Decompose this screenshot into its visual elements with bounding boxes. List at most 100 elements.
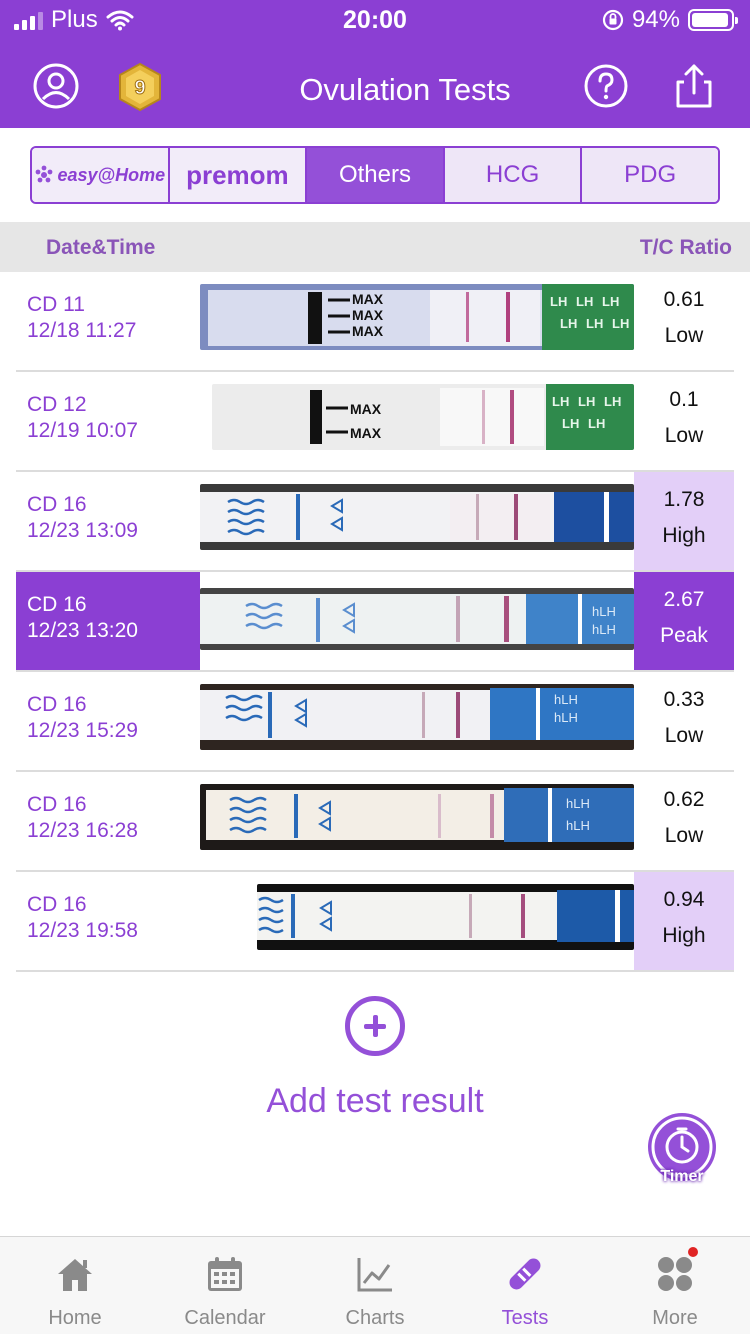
- tc-ratio-cell: 0.1 Low: [634, 372, 734, 470]
- tc-ratio-level: Low: [664, 824, 704, 847]
- tc-ratio-cell: 1.78 High: [634, 472, 734, 570]
- test-result-row[interactable]: CD 12 12/19 10:07 MAX MAX LH LH LH LH LH…: [16, 372, 734, 472]
- test-result-row[interactable]: CD 16 12/23 16:28 hLH hLH 0.62 Low: [16, 772, 734, 872]
- status-right: 94%: [602, 6, 738, 34]
- tab-hcg-label: HCG: [485, 161, 540, 188]
- strip-hlh-label: hLH: [592, 604, 616, 619]
- tab-others-label: Others: [338, 161, 411, 188]
- chart-icon: [357, 1258, 392, 1292]
- tab-home[interactable]: Home: [0, 1237, 150, 1334]
- tab-tests[interactable]: Tests: [450, 1237, 600, 1334]
- test-result-row[interactable]: CD 16 12/23 19:58 0.94 High: [16, 872, 734, 972]
- tc-ratio-cell: 0.33 Low: [634, 672, 734, 770]
- tc-ratio-level: High: [662, 924, 706, 947]
- strip-hlh-label: hLH: [554, 692, 578, 707]
- status-bar: Plus 20:00 94%: [0, 0, 750, 40]
- tab-others[interactable]: Others: [307, 148, 445, 202]
- strip-lh-label: LH: [576, 294, 593, 309]
- tab-calendar[interactable]: Calendar: [150, 1237, 300, 1334]
- notification-dot: [688, 1247, 698, 1257]
- tc-ratio-cell: 0.62 Low: [634, 772, 734, 870]
- test-datetime: 12/23 16:28: [27, 819, 138, 842]
- test-strip-icon: [509, 1258, 541, 1290]
- test-result-list: CD 11 12/18 11:27 MAX MAX MAX LH LH LH L…: [16, 272, 734, 972]
- test-strip-photo: [200, 484, 634, 550]
- tab-pdg-label: PDG: [624, 161, 677, 188]
- tab-tests-label: Tests: [501, 1307, 549, 1329]
- add-test-result-icon[interactable]: [345, 996, 405, 1056]
- tab-easy-at-home[interactable]: easy@Home: [32, 148, 170, 202]
- row-date: CD 12 12/19 10:07: [16, 372, 200, 470]
- tab-easy-at-home-label: easy@Home: [57, 164, 166, 185]
- orientation-lock-icon: [602, 9, 624, 31]
- strip-lh-label: LH: [562, 416, 579, 431]
- tab-more-label: More: [652, 1307, 698, 1329]
- tc-ratio-level: Low: [664, 424, 704, 447]
- row-date: CD 16 12/23 15:29: [16, 672, 200, 770]
- tc-ratio-level: Peak: [660, 624, 708, 647]
- test-result-row[interactable]: CD 11 12/18 11:27 MAX MAX MAX LH LH LH L…: [16, 272, 734, 372]
- row-date: CD 16 12/23 19:58: [16, 872, 200, 970]
- test-datetime: 12/23 13:09: [27, 519, 138, 542]
- battery-percent: 94%: [631, 6, 680, 33]
- tc-ratio-level: Low: [664, 724, 704, 747]
- cycle-day: CD 12: [27, 393, 87, 416]
- tc-ratio-cell: 0.61 Low: [634, 272, 734, 370]
- strip-max-label: MAX: [352, 323, 384, 339]
- strip-max-label: MAX: [350, 425, 382, 441]
- cycle-day: CD 16: [27, 493, 87, 516]
- strip-lh-label: LH: [588, 416, 605, 431]
- cycle-day: CD 11: [27, 293, 85, 316]
- calendar-icon: [208, 1257, 242, 1291]
- strip-lh-label: LH: [586, 316, 603, 331]
- cycle-day: CD 16: [27, 893, 87, 916]
- strip-lh-label: LH: [602, 294, 619, 309]
- test-datetime: 12/23 15:29: [27, 719, 138, 742]
- help-icon[interactable]: [582, 62, 630, 110]
- strip-max-label: MAX: [350, 401, 382, 417]
- tab-calendar-label: Calendar: [184, 1307, 266, 1329]
- test-result-row[interactable]: CD 16 12/23 13:09 1.78 High: [16, 472, 734, 572]
- tab-more[interactable]: More: [600, 1237, 750, 1334]
- tc-ratio-value: 0.94: [663, 888, 705, 911]
- cycle-day: CD 16: [27, 693, 87, 716]
- tab-premom-label: premom: [186, 159, 289, 190]
- tc-ratio-value: 0.33: [663, 688, 705, 711]
- tc-ratio-level: Low: [664, 324, 704, 347]
- tc-ratio-value: 0.1: [669, 388, 699, 411]
- test-strip-photo: MAX MAX LH LH LH LH LH: [212, 384, 634, 450]
- strip-lh-label: LH: [552, 394, 569, 409]
- tab-charts[interactable]: Charts: [300, 1237, 450, 1334]
- strip-lh-label: LH: [578, 394, 595, 409]
- column-date-time: Date&Time: [46, 236, 156, 259]
- add-test-result-button[interactable]: Add test result: [0, 1082, 750, 1121]
- strip-lh-label: LH: [604, 394, 621, 409]
- strip-max-label: MAX: [352, 307, 384, 323]
- timer-label[interactable]: Timer: [640, 1168, 724, 1186]
- strip-hlh-label: hLH: [566, 796, 590, 811]
- test-strip-photo: hLH hLH: [200, 684, 634, 750]
- row-date: CD 16 12/23 16:28: [16, 772, 200, 870]
- bottom-tab-bar: Home Calendar Charts Tests More: [0, 1236, 750, 1334]
- test-result-row[interactable]: CD 16 12/23 15:29 hLH hLH 0.33 Low: [16, 672, 734, 772]
- tc-ratio-value: 1.78: [663, 488, 705, 511]
- tc-ratio-cell: 0.94 High: [634, 872, 734, 970]
- tab-hcg[interactable]: HCG: [444, 148, 583, 202]
- tc-ratio-cell: 2.67 Peak: [634, 572, 734, 670]
- tc-ratio-value: 0.62: [663, 788, 705, 811]
- cycle-day: CD 16: [27, 593, 87, 616]
- page-title: Ovulation Tests: [299, 72, 511, 107]
- row-date: CD 16 12/23 13:20: [16, 572, 200, 670]
- tc-ratio-value: 0.61: [663, 288, 705, 311]
- battery-icon: [688, 9, 738, 31]
- share-icon[interactable]: [670, 62, 718, 110]
- tab-premom[interactable]: premom: [169, 148, 308, 202]
- brand-segmented-control: easy@Home premom Others HCG PDG: [30, 146, 720, 204]
- tab-pdg[interactable]: PDG: [582, 148, 718, 202]
- strip-lh-label: LH: [550, 294, 567, 309]
- test-result-row-selected[interactable]: CD 16 12/23 13:20 hLH hLH 2.67 Peak: [16, 572, 734, 672]
- test-strip-photo: hLH hLH: [200, 588, 634, 650]
- list-column-header: Date&Time T/C Ratio: [0, 222, 750, 272]
- more-grid-icon: [658, 1257, 692, 1291]
- strip-hlh-label: hLH: [592, 622, 616, 637]
